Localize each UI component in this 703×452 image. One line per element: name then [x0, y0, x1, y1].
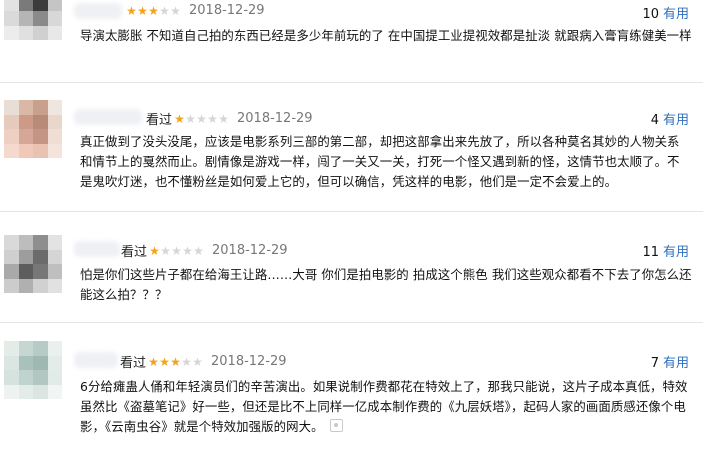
useful-count: 10	[642, 7, 659, 22]
username-blurred[interactable]	[74, 352, 118, 368]
comment-text: 真正做到了没头没尾，应该是电影系列三部的第二部，却把这部拿出来先放了，所以各种莫…	[80, 134, 680, 189]
star-rating: ★ ★ ★ ★ ★	[148, 356, 203, 368]
useful-button[interactable]: 有用	[663, 356, 689, 371]
star-icon: ★	[159, 3, 170, 18]
star-icon: ★	[181, 354, 192, 369]
username-blurred[interactable]	[74, 241, 120, 257]
star-icon: ★	[148, 354, 159, 369]
useful-button[interactable]: 有用	[663, 7, 689, 22]
avatar[interactable]	[4, 235, 62, 293]
star-icon: ★	[126, 3, 137, 18]
avatar[interactable]	[4, 341, 62, 399]
star-rating: ★ ★ ★ ★ ★	[174, 113, 229, 125]
star-rating: ★ ★ ★ ★ ★	[126, 5, 181, 17]
useful-count: 4	[650, 113, 659, 128]
star-icon: ★	[159, 354, 170, 369]
watch-status: 看过	[121, 245, 148, 260]
star-icon: ★	[148, 3, 159, 18]
comment-meta: 看过 ★ ★ ★ ★ ★ 2018-12-29	[120, 352, 287, 371]
useful-vote[interactable]: 4 有用	[651, 109, 689, 128]
useful-vote[interactable]: 7 有用	[651, 352, 689, 371]
star-icon: ★	[192, 354, 203, 369]
star-icon: ★	[218, 111, 229, 126]
username-blurred[interactable]	[74, 3, 122, 19]
comment-text: 怕是你们这些片子都在给海王让路……大哥 你们是拍电影的 拍成这个熊色 我们这些观…	[80, 267, 692, 302]
avatar[interactable]	[4, 0, 62, 40]
star-icon: ★	[196, 111, 207, 126]
comment-date: 2018-12-29	[211, 354, 287, 369]
star-icon: ★	[149, 243, 160, 258]
comment-meta: ★ ★ ★ ★ ★ 2018-12-29	[124, 3, 265, 18]
comment-text: 导演太膨胀 不知道自己拍的东西已经是多少年前玩的了 在中国提工业提视效都是扯淡 …	[80, 28, 692, 43]
star-icon: ★	[193, 243, 204, 258]
star-rating: ★ ★ ★ ★ ★	[149, 245, 204, 257]
useful-button[interactable]: 有用	[663, 113, 689, 128]
comment-meta: 看过 ★ ★ ★ ★ ★ 2018-12-29	[121, 241, 288, 260]
watch-status: 看过	[146, 113, 173, 128]
star-icon: ★	[170, 354, 181, 369]
useful-vote[interactable]: 10 有用	[642, 3, 689, 22]
comment-date: 2018-12-29	[212, 243, 288, 258]
useful-count: 7	[650, 356, 659, 371]
star-icon: ★	[174, 111, 185, 126]
comment-date: 2018-12-29	[189, 3, 265, 18]
divider	[0, 82, 703, 83]
avatar[interactable]	[4, 100, 62, 158]
useful-button[interactable]: 有用	[663, 245, 689, 260]
star-icon: ★	[171, 243, 182, 258]
star-icon: ★	[160, 243, 171, 258]
star-icon: ★	[137, 3, 148, 18]
star-icon: ★	[170, 3, 181, 18]
star-icon: ★	[185, 111, 196, 126]
useful-count: 11	[642, 245, 659, 260]
comment-text-body: 6分给瘫蛊人俑和年轻演员们的辛苦演出。如果说制作费都花在特效上了，那我只能说，这…	[80, 379, 688, 434]
comment-date: 2018-12-29	[237, 111, 313, 126]
report-icon[interactable]	[329, 419, 343, 432]
comment-text: 6分给瘫蛊人俑和年轻演员们的辛苦演出。如果说制作费都花在特效上了，那我只能说，这…	[80, 377, 692, 437]
useful-vote[interactable]: 11 有用	[642, 241, 689, 260]
watch-status: 看过	[120, 356, 147, 371]
divider	[0, 322, 703, 323]
star-icon: ★	[182, 243, 193, 258]
divider	[0, 211, 703, 212]
star-icon: ★	[207, 111, 218, 126]
comment-meta: 看过 ★ ★ ★ ★ ★ 2018-12-29	[146, 109, 313, 128]
username-blurred[interactable]	[74, 109, 142, 125]
